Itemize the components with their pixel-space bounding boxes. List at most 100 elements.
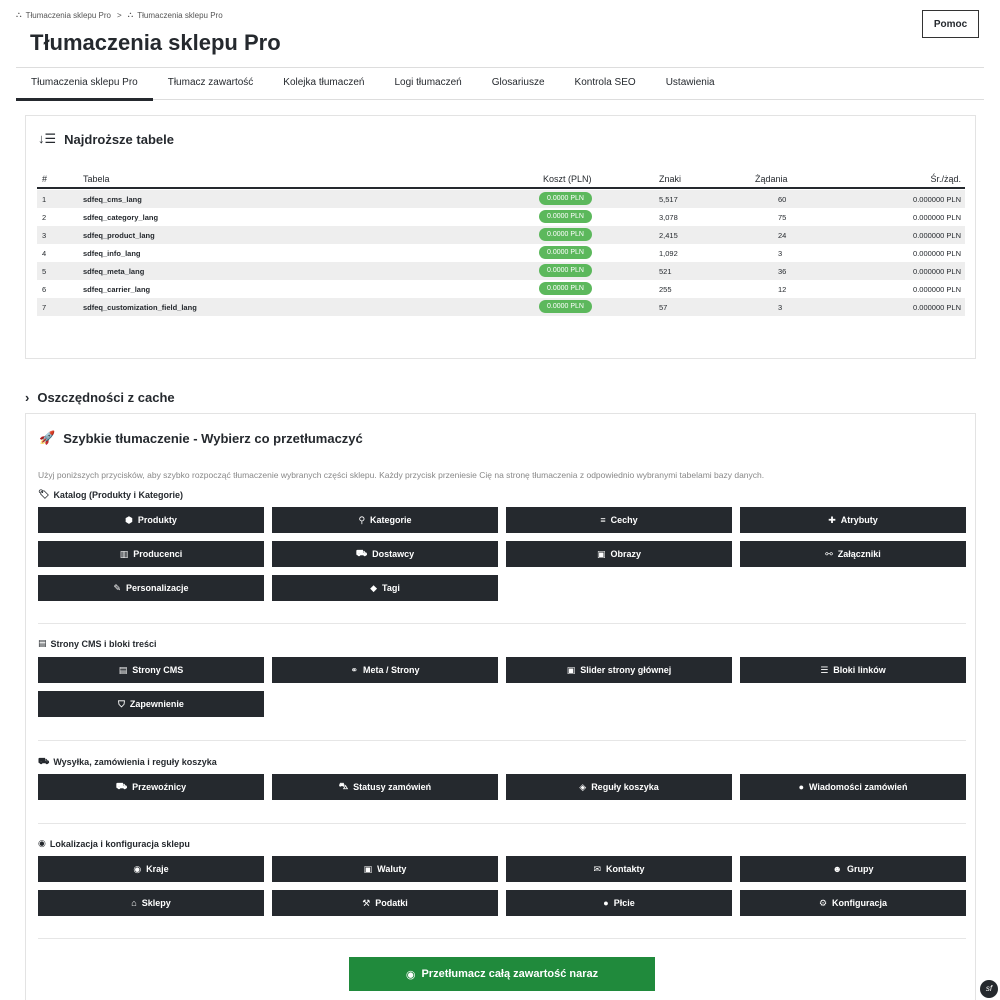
- button-label: Sklepy: [141, 898, 171, 908]
- btn-countries[interactable]: ◉ Kraje: [38, 856, 264, 882]
- table-row: 3 sdfeq_product_lang 0.0000 PLN 2,415 24 0.00…: [37, 226, 965, 244]
- cost-badge: 0.0000 PLN: [539, 246, 592, 259]
- btn-meta-pages[interactable]: ⚭ Meta / Strony: [272, 657, 498, 683]
- btn-home-slider[interactable]: ▣ Slider strony głównej: [506, 657, 732, 683]
- requests-value: 60: [778, 195, 787, 204]
- button-label: Waluty: [377, 864, 407, 874]
- table-row: 4 sdfeq_info_lang 0.0000 PLN 1,092 3 0.000000…: [37, 244, 965, 262]
- page-title: Tłumaczenia sklepu Pro: [30, 30, 281, 55]
- symfony-toolbar-icon[interactable]: sf: [980, 980, 998, 998]
- truck-icon: ⛟: [355, 548, 368, 558]
- btn-attachments[interactable]: ⚯ Załączniki: [740, 541, 966, 567]
- avg-value: 0.000000 PLN: [913, 249, 961, 258]
- tab-settings[interactable]: Ustawienia: [651, 68, 730, 100]
- shield-icon: ⛉: [118, 698, 125, 709]
- money-icon: ▣: [363, 863, 373, 874]
- cost-badge: 0.0000 PLN: [539, 264, 592, 277]
- button-label: Slider strony głównej: [580, 665, 672, 675]
- btn-order-messages[interactable]: ● Wiadomości zamówień: [740, 774, 966, 800]
- row-number: 5: [42, 267, 47, 276]
- col-chars[interactable]: Znaki: [659, 174, 681, 184]
- breadcrumb-item[interactable]: Tłumaczenia sklepu Pro: [137, 11, 222, 20]
- btn-suppliers[interactable]: ⛟ Dostawcy: [272, 541, 498, 567]
- button-label: Tagi: [382, 583, 400, 593]
- btn-reassurance[interactable]: ⛉ Zapewnienie: [38, 691, 264, 717]
- breadcrumb-item[interactable]: Tłumaczenia sklepu Pro: [26, 11, 111, 20]
- btn-features[interactable]: ≡ Cechy: [506, 507, 732, 533]
- btn-currencies[interactable]: ▣ Waluty: [272, 856, 498, 882]
- col-avg[interactable]: Śr./żąd.: [930, 174, 961, 184]
- paperclip-icon: ⚯: [825, 548, 833, 559]
- table-name: sdfeq_info_lang: [83, 249, 141, 258]
- group-cms-heading: ▤ Strony CMS i bloki treści: [38, 638, 157, 649]
- btn-groups[interactable]: ☻ Grupy: [740, 856, 966, 882]
- col-table[interactable]: Tabela: [83, 174, 110, 184]
- translate-all-button[interactable]: ◉ Przetłumacz całą zawartość naraz: [349, 957, 655, 991]
- cost-badge: 0.0000 PLN: [539, 300, 592, 313]
- btn-categories[interactable]: ⚲ Kategorie: [272, 507, 498, 533]
- tab-seo[interactable]: Kontrola SEO: [560, 68, 651, 100]
- avg-value: 0.000000 PLN: [913, 231, 961, 240]
- chars-value: 5,517: [659, 195, 678, 204]
- table-name: sdfeq_carrier_lang: [83, 285, 151, 294]
- button-label: Meta / Strony: [363, 665, 420, 675]
- sitemap-icon: ⚲: [358, 514, 366, 525]
- table-name: sdfeq_product_lang: [83, 231, 155, 240]
- cost-badge: 0.0000 PLN: [539, 192, 592, 205]
- button-label: Reguły koszyka: [591, 782, 659, 792]
- btn-contacts[interactable]: ✉ Kontakty: [506, 856, 732, 882]
- btn-customizations[interactable]: ✎ Personalizacje: [38, 575, 264, 601]
- tab-queue[interactable]: Kolejka tłumaczeń: [268, 68, 379, 100]
- list-icon: ☰: [820, 664, 829, 675]
- btn-products[interactable]: ⬢ Produkty: [38, 507, 264, 533]
- file-icon: ▤: [118, 664, 128, 675]
- breadcrumb: ⛬ Tłumaczenia sklepu Pro > ⛬ Tłumaczenia…: [16, 10, 223, 20]
- table-row: 7 sdfeq_customization_field_lang 0.0000 PL…: [37, 298, 965, 316]
- btn-manufacturers[interactable]: ▥ Producenci: [38, 541, 264, 567]
- chars-value: 3,078: [659, 213, 678, 222]
- btn-cms-pages[interactable]: ▤ Strony CMS: [38, 657, 264, 683]
- btn-genders[interactable]: ● Płcie: [506, 890, 732, 916]
- col-requests[interactable]: Żądania: [755, 174, 788, 184]
- row-number: 2: [42, 213, 47, 222]
- button-label: Zapewnienie: [129, 699, 184, 709]
- btn-order-statuses[interactable]: ⛍ Statusy zamówień: [272, 774, 498, 800]
- col-cost[interactable]: Koszt (PLN): [543, 174, 592, 184]
- translate-icon: ⛬: [16, 10, 22, 19]
- chars-value: 2,415: [659, 231, 678, 240]
- btn-carriers[interactable]: ⛟ Przewoźnicy: [38, 774, 264, 800]
- btn-cart-rules[interactable]: ◈ Reguły koszyka: [506, 774, 732, 800]
- btn-shops[interactable]: ⌂ Sklepy: [38, 890, 264, 916]
- image-icon: ▣: [566, 664, 576, 675]
- tab-translate-content[interactable]: Tłumacz zawartość: [153, 68, 269, 100]
- globe-icon: ◉: [405, 968, 416, 981]
- avg-value: 0.000000 PLN: [913, 303, 961, 312]
- table-row: 6 sdfeq_carrier_lang 0.0000 PLN 255 12 0.0000…: [37, 280, 965, 298]
- home-icon: ⌂: [131, 898, 137, 908]
- chevron-right-icon: ›: [25, 390, 30, 405]
- table-body: 1 sdfeq_cms_lang 0.0000 PLN 5,517 60 0.000000…: [37, 190, 965, 316]
- button-label: Płcie: [613, 898, 635, 908]
- tab-glossaries[interactable]: Glosariusze: [477, 68, 560, 100]
- btn-tags[interactable]: ◆ Tagi: [272, 575, 498, 601]
- table-row: 1 sdfeq_cms_lang 0.0000 PLN 5,517 60 0.000000…: [37, 190, 965, 208]
- row-number: 7: [42, 303, 47, 312]
- btn-configuration[interactable]: ⚙ Konfiguracja: [740, 890, 966, 916]
- breadcrumb-separator: >: [116, 10, 122, 20]
- tab-logs[interactable]: Logi tłumaczeń: [379, 68, 476, 100]
- help-button[interactable]: Pomoc: [922, 10, 979, 38]
- button-label: Dostawcy: [372, 549, 415, 559]
- table-header: # Tabela Koszt (PLN) Znaki Żądania Śr./ż…: [37, 167, 965, 189]
- tab-overview[interactable]: Tłumaczenia sklepu Pro: [16, 68, 153, 101]
- cost-badge: 0.0000 PLN: [539, 228, 592, 241]
- btn-link-blocks[interactable]: ☰ Bloki linków: [740, 657, 966, 683]
- btn-taxes[interactable]: ⚒ Podatki: [272, 890, 498, 916]
- cost-badge: 0.0000 PLN: [539, 282, 592, 295]
- button-label: Przetłumacz całą zawartość naraz: [421, 968, 599, 980]
- btn-attributes[interactable]: ✚ Atrybuty: [740, 507, 966, 533]
- divider: [38, 938, 966, 939]
- divider: [38, 823, 966, 824]
- cache-savings-toggle[interactable]: › Oszczędności z cache: [25, 390, 175, 405]
- btn-images[interactable]: ▣ Obrazy: [506, 541, 732, 567]
- button-label: Grupy: [846, 864, 874, 874]
